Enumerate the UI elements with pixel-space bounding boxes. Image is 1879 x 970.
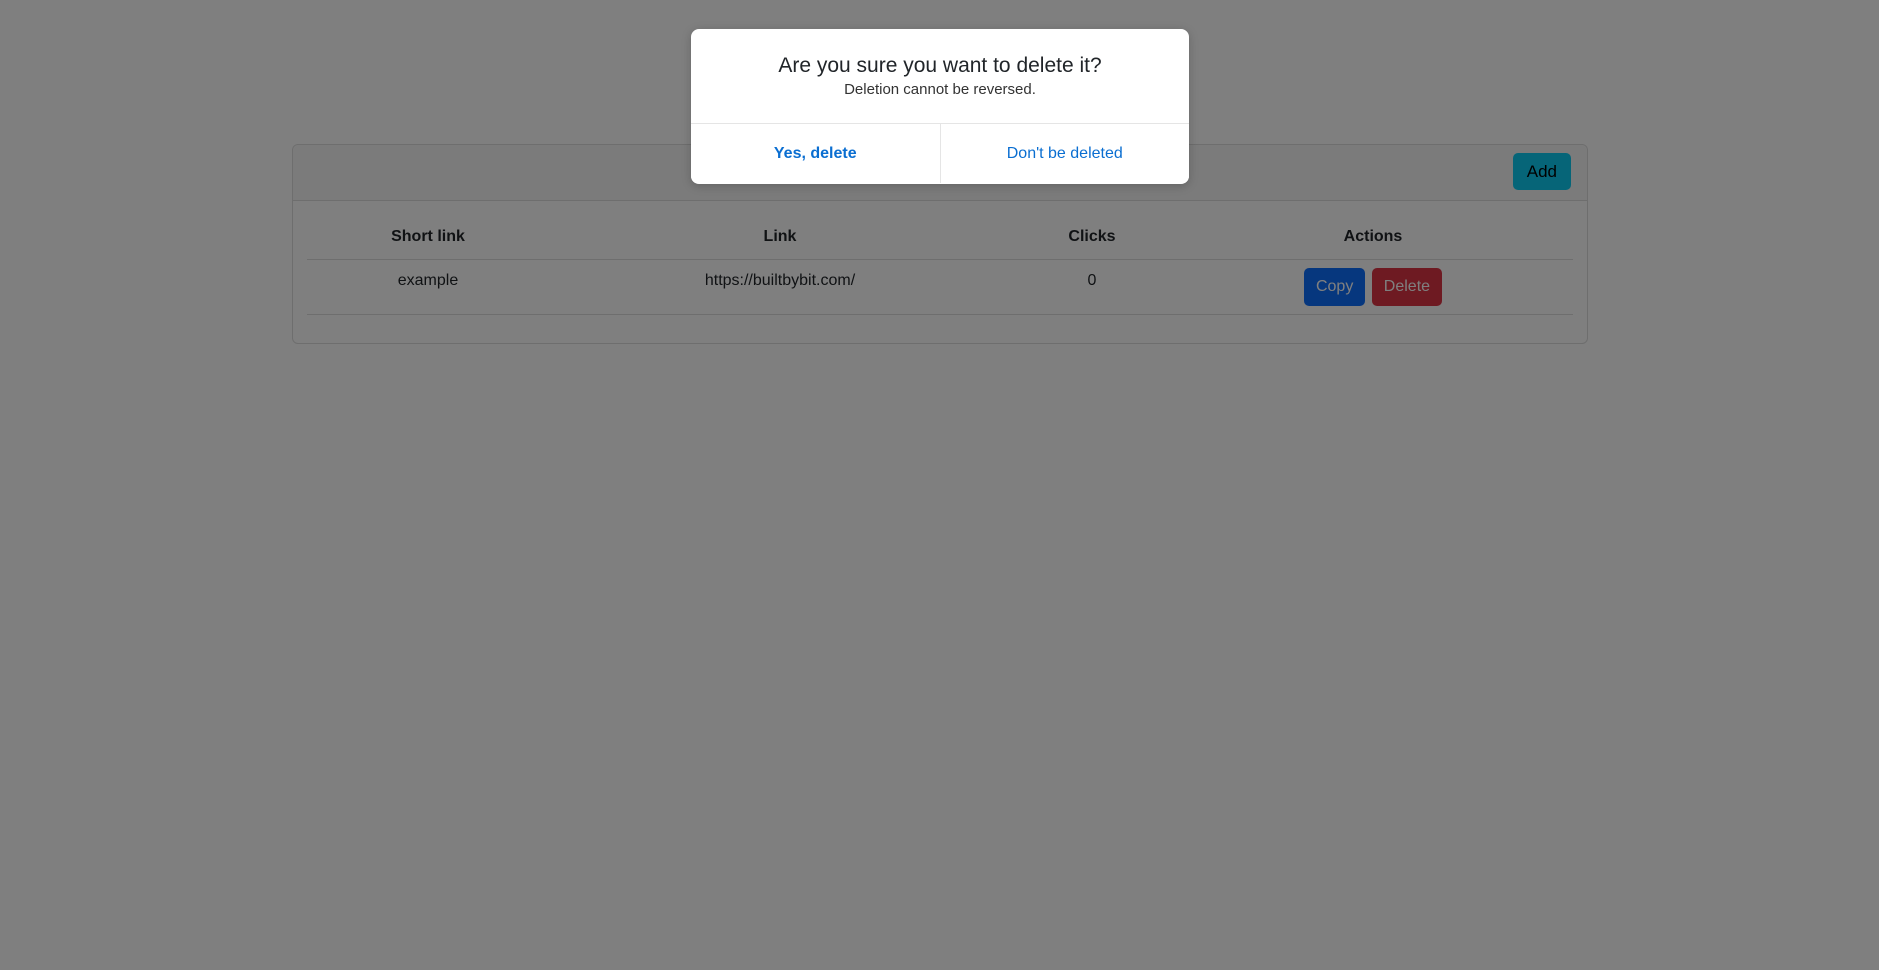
dialog-actions: Yes, delete Don't be deleted (691, 124, 1189, 183)
page: Add Short link Link Clicks Actions examp… (0, 0, 1879, 970)
confirm-dialog: Are you sure you want to delete it? Dele… (691, 29, 1189, 184)
dialog-title: Are you sure you want to delete it? (778, 54, 1102, 77)
dialog-body: Are you sure you want to delete it? Dele… (691, 29, 1189, 124)
cancel-delete-button[interactable]: Don't be deleted (940, 124, 1189, 183)
dialog-message: Deletion cannot be reversed. (844, 81, 1036, 99)
confirm-delete-button[interactable]: Yes, delete (691, 124, 941, 183)
